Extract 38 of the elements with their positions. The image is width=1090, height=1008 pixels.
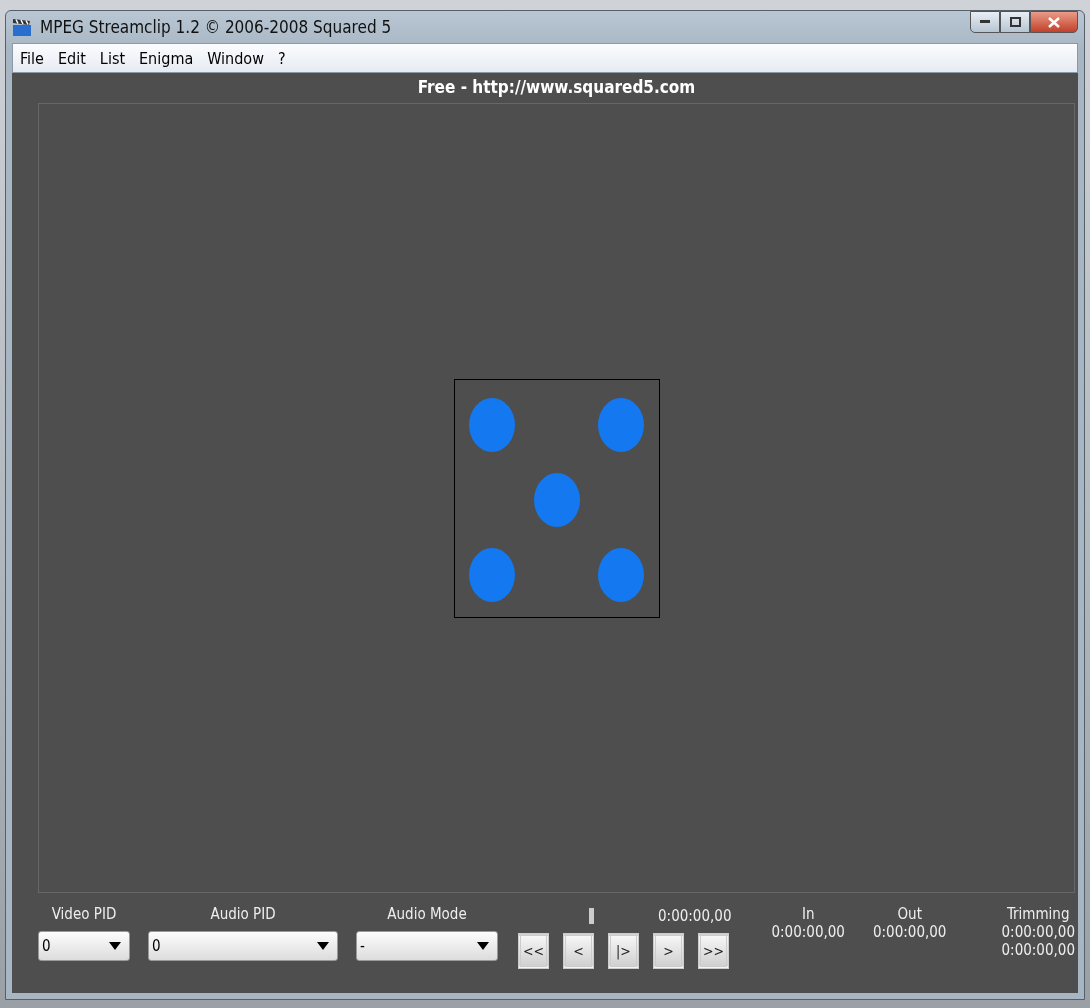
dropdown[interactable]: 0 — [38, 931, 130, 961]
in-time: 0:00:00,00 — [771, 923, 845, 941]
transport-button[interactable]: >> — [698, 933, 729, 969]
menu-item[interactable]: Window — [202, 46, 273, 70]
field-label: Audio Mode — [387, 905, 467, 923]
minimize-button[interactable] — [970, 11, 1000, 33]
transport-button[interactable]: > — [653, 933, 684, 969]
transport-button[interactable]: < — [563, 933, 594, 969]
dropdown[interactable]: - — [356, 931, 498, 961]
close-icon — [1048, 16, 1060, 28]
trimming-time: 0:00:00,00 — [1001, 923, 1075, 941]
position-marker-icon — [589, 908, 594, 924]
maximize-icon — [1009, 17, 1021, 27]
clapperboard-icon — [12, 17, 32, 37]
menu-item[interactable]: Edit — [53, 46, 95, 70]
out-time: 0:00:00,00 — [872, 923, 947, 941]
menu-item[interactable]: List — [94, 46, 134, 70]
current-time: 0:00:00,00 — [658, 907, 732, 925]
close-button[interactable] — [1030, 11, 1078, 33]
transport-button[interactable]: |> — [608, 933, 639, 969]
in-label: In — [801, 905, 815, 923]
dropdown[interactable]: 0 — [148, 931, 338, 961]
trimming-label: Trimming — [1007, 905, 1070, 923]
menu-item[interactable]: Enigma — [134, 46, 203, 70]
field-label: Video PID — [51, 905, 117, 923]
menu-item[interactable]: File — [15, 46, 53, 70]
trimming-time: 0:00:00,00 — [1001, 941, 1075, 959]
field-label: Audio PID — [210, 905, 276, 923]
transport-button[interactable]: << — [518, 933, 549, 969]
dropdown-arrow-icon — [109, 942, 121, 950]
menu-item[interactable]: ? — [272, 46, 295, 70]
maximize-button[interactable] — [1000, 11, 1030, 33]
dropdown-arrow-icon — [317, 942, 329, 950]
banner-text: Free - http://www.squared5.com — [416, 76, 697, 99]
out-label: Out — [897, 905, 922, 923]
window-title: MPEG Streamclip 1.2 © 2006-2008 Squared 5 — [40, 17, 393, 37]
dropdown-arrow-icon — [477, 942, 489, 950]
minimize-icon — [980, 20, 990, 24]
